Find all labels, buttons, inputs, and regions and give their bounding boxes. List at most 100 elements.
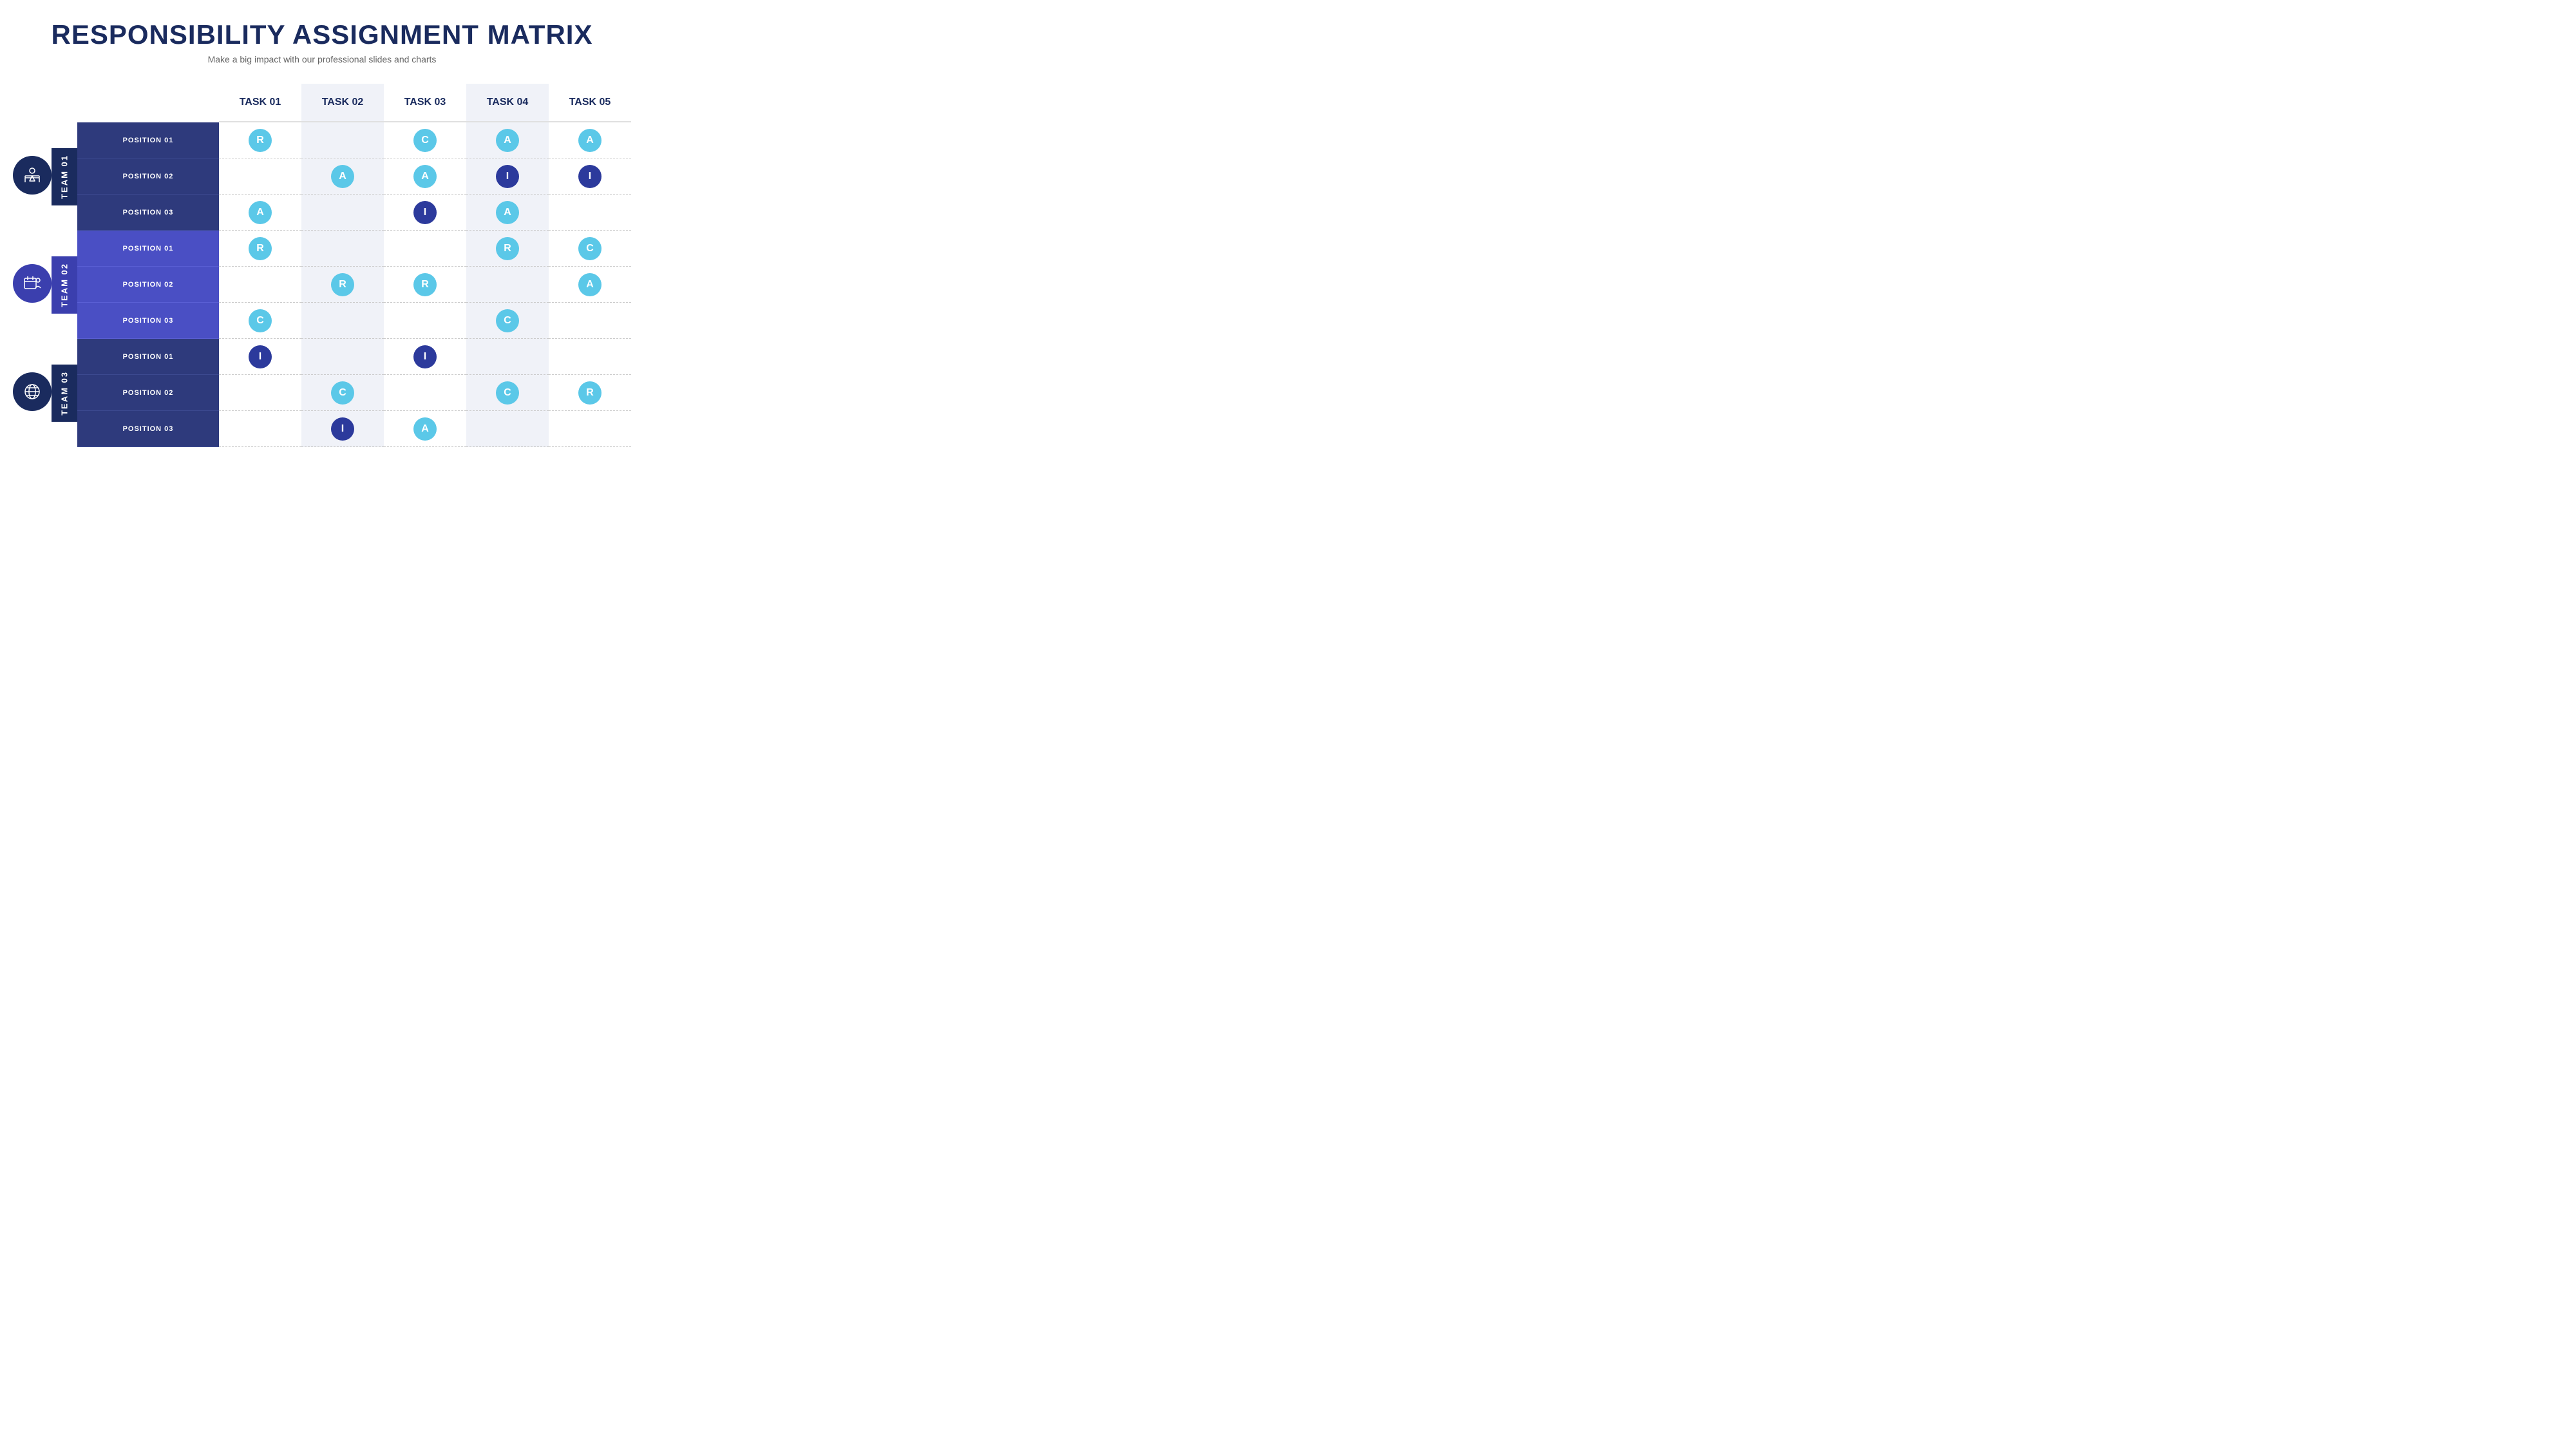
matrix-container: TEAM 01 POSITION 01 POSITION 02 POSITION… [13,84,631,447]
t05-team03-pos02: R [549,375,631,411]
team03-block: TEAM 03 POSITION 01 POSITION 02 POSITION… [52,339,219,447]
team01-pos02: POSITION 02 [77,158,219,195]
t01-team03-pos03 [219,411,301,447]
t05-team01-pos02: I [549,158,631,195]
badge-C: C [249,309,272,332]
badge-I: I [413,345,437,368]
task01-header: TASK 01 [219,84,301,122]
t02-team02-pos01 [301,231,384,267]
t02-team03-pos01 [301,339,384,375]
badge-C: C [496,309,519,332]
task05-header: TASK 05 [549,84,631,122]
team02-pos01: POSITION 01 [77,231,219,267]
person-desk-icon [23,166,42,185]
badge-A: A [578,129,601,152]
task01-col: TASK 01 R A R C I [219,84,301,447]
task-grid: TASK 01 R A R C I TASK 02 A R [219,84,631,447]
team03-positions: POSITION 01 POSITION 02 POSITION 03 [77,339,219,447]
badge-A: A [413,417,437,441]
team01-label: TEAM 01 [52,148,77,205]
team01-block: TEAM 01 POSITION 01 POSITION 02 POSITION… [52,122,219,231]
badge-R: R [249,237,272,260]
badge-R: R [496,237,519,260]
t04-team03-pos01 [466,339,549,375]
t04-team01-pos03: A [466,195,549,231]
t03-team03-pos03: A [384,411,466,447]
t04-team01-pos01: A [466,122,549,158]
t04-team03-pos02: C [466,375,549,411]
task04-col: TASK 04 A I A R C C [466,84,549,447]
team02-block: TEAM 02 POSITION 01 POSITION 02 POSITION… [52,231,219,339]
team02-pos02: POSITION 02 [77,267,219,303]
t01-team01-pos03: A [219,195,301,231]
t04-team03-pos03 [466,411,549,447]
badge-A: A [496,129,519,152]
badge-R: R [413,273,437,296]
t05-team02-pos02: A [549,267,631,303]
team01-positions: POSITION 01 POSITION 02 POSITION 03 [77,122,219,231]
team03-pos01: POSITION 01 [77,339,219,375]
globe-icon [23,382,42,401]
t03-team01-pos03: I [384,195,466,231]
t01-team02-pos02 [219,267,301,303]
team1-icon-circle [13,156,52,195]
page-subtitle: Make a big impact with our professional … [208,54,437,64]
team02-positions: POSITION 01 POSITION 02 POSITION 03 [77,231,219,339]
icon-column [13,84,52,447]
t05-team01-pos03 [549,195,631,231]
task02-header: TASK 02 [301,84,384,122]
t01-team02-pos03: C [219,303,301,339]
t01-team03-pos02 [219,375,301,411]
t05-team01-pos01: A [549,122,631,158]
badge-C: C [578,237,601,260]
t03-team03-pos02 [384,375,466,411]
badge-C: C [413,129,437,152]
t04-team02-pos03: C [466,303,549,339]
badge-C: C [496,381,519,405]
badge-R: R [249,129,272,152]
task03-header: TASK 03 [384,84,466,122]
calendar-person-icon [23,274,42,293]
team01-pos03: POSITION 03 [77,195,219,231]
badge-A: A [249,201,272,224]
t04-team02-pos02 [466,267,549,303]
badge-A: A [496,201,519,224]
t02-team01-pos01 [301,122,384,158]
t01-team02-pos01: R [219,231,301,267]
t05-team02-pos03 [549,303,631,339]
team03-pos02: POSITION 02 [77,375,219,411]
page-title: RESPONSIBILITY ASSIGNMENT MATRIX [52,19,593,50]
team01-pos01: POSITION 01 [77,122,219,158]
task03-col: TASK 03 C A I R I A [384,84,466,447]
t05-team03-pos03 [549,411,631,447]
t01-team03-pos01: I [219,339,301,375]
t03-team01-pos01: C [384,122,466,158]
t01-team01-pos02 [219,158,301,195]
badge-I: I [578,165,601,188]
t03-team02-pos03 [384,303,466,339]
left-panel: TEAM 01 POSITION 01 POSITION 02 POSITION… [52,84,219,447]
badge-I: I [496,165,519,188]
t02-team01-pos03 [301,195,384,231]
team2-icon-circle [13,264,52,303]
task02-col: TASK 02 A R C I [301,84,384,447]
t02-team02-pos03 [301,303,384,339]
team3-icon-circle [13,372,52,411]
badge-I: I [249,345,272,368]
badge-I: I [413,201,437,224]
badge-C: C [331,381,354,405]
t03-team01-pos02: A [384,158,466,195]
badge-R: R [331,273,354,296]
badge-I: I [331,417,354,441]
t01-team01-pos01: R [219,122,301,158]
badge-R: R [578,381,601,405]
t02-team03-pos03: I [301,411,384,447]
t03-team02-pos02: R [384,267,466,303]
task04-header: TASK 04 [466,84,549,122]
badge-A: A [331,165,354,188]
task05-col: TASK 05 A I C A R [549,84,631,447]
badge-A: A [413,165,437,188]
t05-team03-pos01 [549,339,631,375]
team03-pos03: POSITION 03 [77,411,219,447]
t03-team02-pos01 [384,231,466,267]
